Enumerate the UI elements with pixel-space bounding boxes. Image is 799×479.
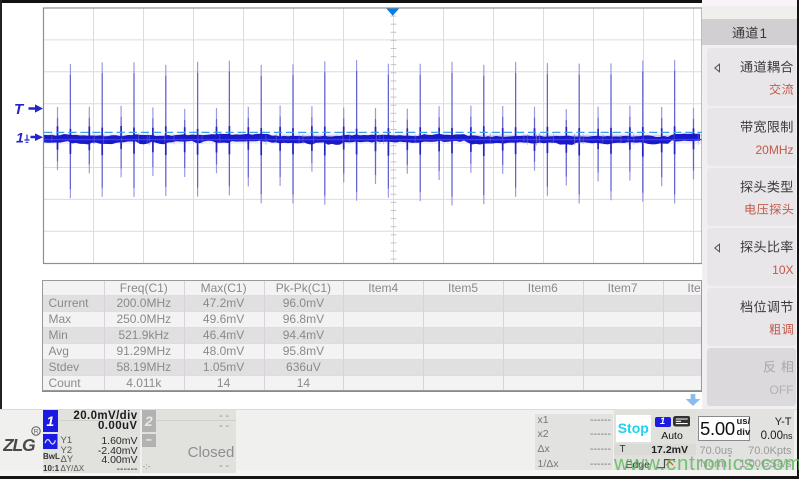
- svg-text:ZLG: ZLG: [3, 435, 36, 454]
- svg-text:R: R: [34, 429, 39, 436]
- svg-text:1: 1: [16, 130, 24, 146]
